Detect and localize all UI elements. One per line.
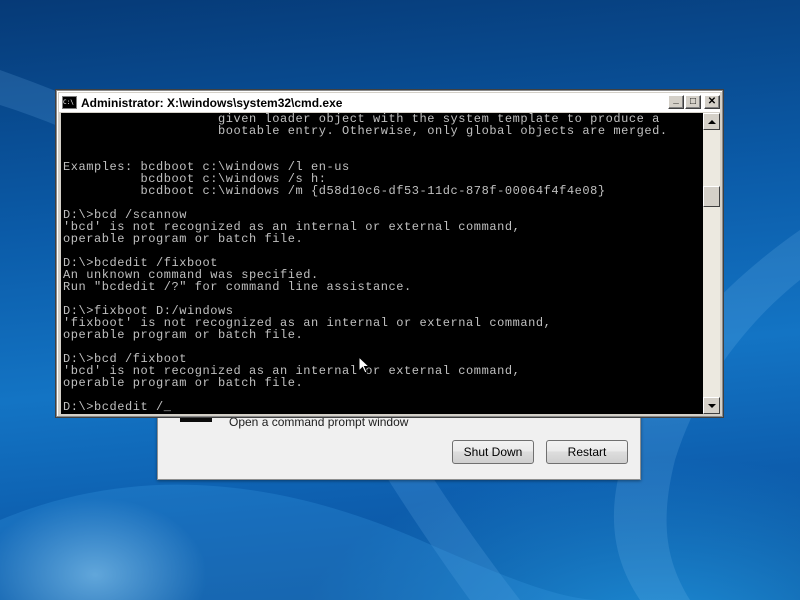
cmd-window-icon[interactable]: C:\ xyxy=(62,96,77,109)
shut-down-button[interactable]: Shut Down xyxy=(452,440,534,464)
minimize-icon: _ xyxy=(673,94,679,105)
cmd-titlebar[interactable]: C:\ Administrator: X:\windows\system32\c… xyxy=(59,93,720,112)
scroll-down-button[interactable] xyxy=(703,397,720,414)
close-icon: ✕ xyxy=(707,96,717,107)
maximize-icon: □ xyxy=(689,96,697,107)
cmd-window-title: Administrator: X:\windows\system32\cmd.e… xyxy=(81,95,343,110)
minimize-button[interactable]: _ xyxy=(668,95,684,109)
mouse-pointer-icon xyxy=(358,356,370,374)
restart-button[interactable]: Restart xyxy=(546,440,628,464)
vertical-scrollbar[interactable] xyxy=(703,113,720,414)
scrollbar-thumb[interactable] xyxy=(703,186,720,207)
scroll-up-button[interactable] xyxy=(703,113,720,130)
close-button[interactable]: ✕ xyxy=(704,95,720,109)
console-line: bootable entry. Otherwise, only global o… xyxy=(63,124,668,138)
console-area[interactable]: given loader object with the system temp… xyxy=(61,113,703,414)
console-line: operable program or batch file. xyxy=(63,376,304,390)
console-line: operable program or batch file. xyxy=(63,232,304,246)
recovery-option-command-prompt[interactable]: Open a command prompt window xyxy=(229,415,408,429)
cmd-window[interactable]: C:\ Administrator: X:\windows\system32\c… xyxy=(56,90,723,417)
arrow-down-icon xyxy=(707,403,716,408)
maximize-button[interactable]: □ xyxy=(685,95,701,109)
console-line: operable program or batch file. xyxy=(63,328,304,342)
console-line: Run "bcdedit /?" for command line assist… xyxy=(63,280,412,294)
console-line: bcdboot c:\windows /m {d58d10c6-df53-11d… xyxy=(63,184,606,198)
arrow-up-icon xyxy=(707,119,716,124)
console-line: D:\>bcdedit /_ xyxy=(63,400,172,414)
